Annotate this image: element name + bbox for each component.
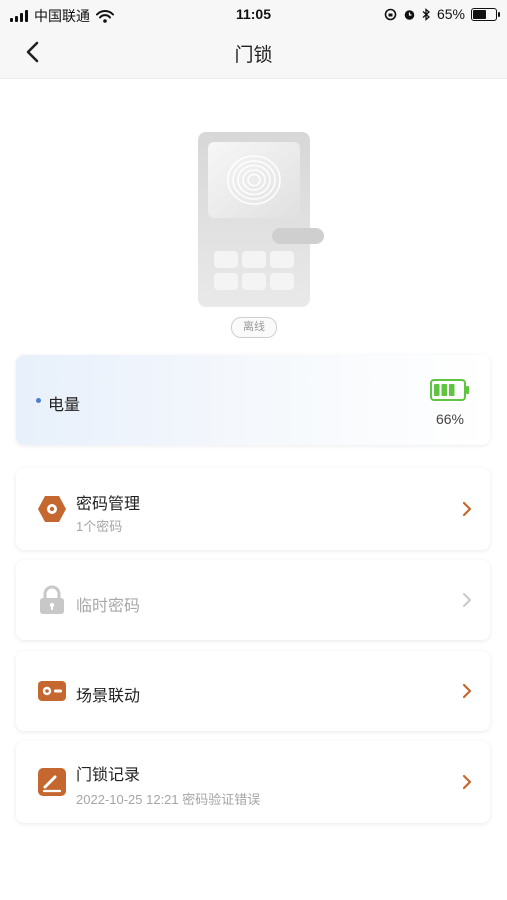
temporary-password-card[interactable]: 临时密码 [16, 560, 490, 640]
chevron-right-icon [463, 593, 471, 607]
chevron-right-icon [462, 774, 472, 790]
battery-icon [471, 7, 500, 21]
lock-icon [40, 585, 64, 614]
scene-linkage-title: 场景联动 [76, 688, 141, 705]
lock-records-card[interactable]: 门锁记录 2022-10-25 12:21 密码验证错误 [16, 741, 490, 823]
hexagon-key-icon [38, 496, 66, 522]
status-right: 65% [384, 6, 500, 22]
battery-segment [434, 384, 440, 396]
password-management-subtitle: 1个密码 [76, 519, 123, 534]
status-bar: 中国联通 11:05 65% [0, 0, 507, 28]
lock-records-subtitle: 2022-10-25 12:21 密码验证错误 [76, 792, 261, 807]
record-pen-icon [38, 768, 66, 796]
password-management-card[interactable]: 密码管理 1个密码 [16, 468, 490, 550]
bluetooth-icon [422, 7, 430, 21]
temporary-password-title: 临时密码 [76, 598, 141, 615]
battery-card: 电量 66% [16, 355, 490, 445]
password-management-title: 密码管理 [76, 496, 141, 513]
bullet-dot [36, 398, 41, 403]
battery-segment [441, 384, 447, 396]
alarm-icon [404, 9, 415, 20]
page-title: 门锁 [234, 45, 273, 66]
battery-segment [449, 384, 455, 396]
battery-label: 电量 [48, 397, 81, 414]
door-lock-illustration [198, 132, 324, 307]
lock-records-title: 门锁记录 [76, 767, 141, 784]
rotation-lock-icon [384, 8, 397, 20]
battery-level-icon [430, 379, 469, 401]
chevron-right-icon [462, 501, 472, 517]
offline-status-badge: 离线 [231, 317, 277, 338]
scene-card-icon [38, 681, 66, 701]
nav-bar: 门锁 [0, 28, 507, 79]
chevron-right-icon [462, 683, 472, 699]
battery-percent-label: 65% [436, 6, 465, 22]
scene-linkage-card[interactable]: 场景联动 [16, 651, 490, 731]
battery-percent: 66% [435, 411, 464, 427]
